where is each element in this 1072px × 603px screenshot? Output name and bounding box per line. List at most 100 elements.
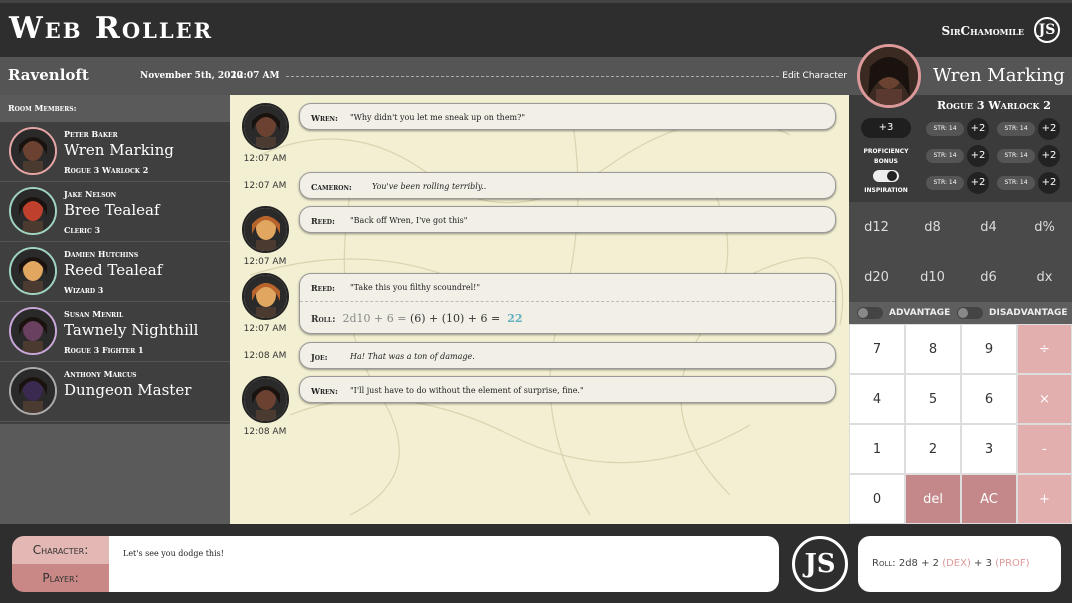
die-button-dpercent[interactable]: d% bbox=[1017, 202, 1072, 252]
member-character: Reed Tealeaf bbox=[64, 261, 163, 279]
stat-modifier: +2 bbox=[1038, 172, 1060, 194]
chat-message: Reed: "Take this you filthy scoundrel!" Ro… bbox=[299, 273, 836, 334]
portrait-icon bbox=[244, 275, 287, 318]
key-6[interactable]: 6 bbox=[961, 374, 1017, 424]
room-members-panel: Room Members: Peter Baker Wren Marking Rog… bbox=[0, 95, 230, 524]
member-player: Jake Nelson bbox=[64, 189, 117, 199]
die-button-dx[interactable]: dx bbox=[1017, 252, 1072, 302]
edit-character-link[interactable]: Edit Character bbox=[782, 71, 847, 81]
message-time: 12:07 AM bbox=[243, 181, 287, 191]
die-button-d4[interactable]: d4 bbox=[961, 202, 1016, 252]
portrait-icon bbox=[11, 129, 55, 173]
die-button-d8[interactable]: d8 bbox=[905, 202, 960, 252]
message-speaker: Joe: bbox=[311, 352, 328, 362]
character-mode-button[interactable]: Character: bbox=[12, 536, 109, 564]
roll-preview[interactable]: Roll: 2d8 + 2 (DEX) + 3 (PROF) bbox=[858, 536, 1061, 592]
key-7[interactable]: 7 bbox=[849, 324, 905, 374]
disadvantage-toggle[interactable] bbox=[957, 307, 983, 319]
portrait-icon bbox=[11, 309, 55, 353]
key-3[interactable]: 3 bbox=[961, 424, 1017, 474]
inspiration-toggle[interactable] bbox=[873, 170, 899, 182]
member-item[interactable]: Jake Nelson Bree Tealeaf Cleric 3 bbox=[0, 182, 230, 242]
ability-stat[interactable]: STR: 14 +2 bbox=[997, 118, 1060, 140]
member-player: Anthony Marcus bbox=[64, 369, 137, 379]
ability-stat[interactable]: STR: 14 +2 bbox=[997, 172, 1060, 194]
key-1[interactable]: 1 bbox=[849, 424, 905, 474]
member-character: Dungeon Master bbox=[64, 381, 192, 399]
message-time: 12:08 AM bbox=[243, 427, 287, 437]
room-date: November 5th, 2020 bbox=[140, 71, 243, 81]
room-time: 12:07 AM bbox=[231, 71, 280, 81]
message-avatar bbox=[242, 206, 289, 253]
stat-modifier: +2 bbox=[967, 145, 989, 167]
member-avatar bbox=[9, 307, 57, 355]
proficiency-bonus: +3 bbox=[861, 118, 911, 138]
message-time: 12:07 AM bbox=[243, 324, 287, 334]
player-mode-button[interactable]: Player: bbox=[12, 564, 109, 592]
key-multiply[interactable]: × bbox=[1017, 374, 1072, 424]
inspiration-label: INSPIRATION bbox=[864, 187, 908, 194]
key-delete[interactable]: del bbox=[905, 474, 961, 524]
character-header: Wren Marking bbox=[849, 44, 1072, 108]
portrait-icon bbox=[244, 378, 287, 421]
stat-label: STR: 14 bbox=[926, 176, 964, 190]
member-avatar bbox=[9, 187, 57, 235]
character-class: Rogue 3 Warlock 2 bbox=[937, 99, 1051, 112]
key-8[interactable]: 8 bbox=[905, 324, 961, 374]
room-members-label: Room Members: bbox=[8, 103, 77, 113]
message-input[interactable]: Let's see you dodge this! bbox=[109, 536, 779, 592]
ability-stat[interactable]: STR: 14 +2 bbox=[926, 145, 989, 167]
die-button-d20[interactable]: d20 bbox=[849, 252, 904, 302]
member-item[interactable]: Anthony Marcus Dungeon Master bbox=[0, 362, 230, 422]
message-speaker: Wren: bbox=[311, 386, 338, 396]
die-button-d6[interactable]: d6 bbox=[961, 252, 1016, 302]
member-player: Damien Hutchins bbox=[64, 249, 139, 259]
roll-label: Roll: bbox=[872, 558, 896, 569]
key-minus[interactable]: - bbox=[1017, 424, 1072, 474]
disadvantage-label: DISADVANTAGE bbox=[989, 308, 1068, 318]
chat-log[interactable]: 12:07 AM Wren: "Why didn't you let me snea… bbox=[230, 95, 849, 524]
message-bar: Character: Player: Let's see you dodge t… bbox=[0, 524, 1072, 603]
stat-label: STR: 14 bbox=[926, 149, 964, 163]
member-character: Tawnely Nighthill bbox=[64, 321, 199, 339]
app-logo-icon[interactable]: JS bbox=[1034, 17, 1060, 43]
calculator-keypad: 7 8 9 ÷ 4 5 6 × 1 2 3- 0 del AC + bbox=[849, 324, 1072, 524]
ability-stat[interactable]: STR: 14 +2 bbox=[926, 118, 989, 140]
key-divide[interactable]: ÷ bbox=[1017, 324, 1072, 374]
member-character: Wren Marking bbox=[64, 141, 174, 159]
character-name: Wren Marking bbox=[933, 65, 1065, 86]
character-avatar[interactable] bbox=[857, 44, 921, 108]
ability-stat[interactable]: STR: 14 +2 bbox=[926, 172, 989, 194]
room-bar: Ravenloft November 5th, 2020 12:07 AM Ed… bbox=[0, 57, 849, 95]
ability-stat[interactable]: STR: 14 +2 bbox=[997, 145, 1060, 167]
portrait-icon bbox=[244, 208, 287, 251]
portrait-icon bbox=[244, 105, 287, 148]
message-text: You've been rolling terribly.. bbox=[372, 182, 487, 191]
die-button-d10[interactable]: d10 bbox=[905, 252, 960, 302]
key-9[interactable]: 9 bbox=[961, 324, 1017, 374]
key-0[interactable]: 0 bbox=[849, 474, 905, 524]
roll-result: Roll: 2d10 + 6 = (6) + (10) + 6 = 22 bbox=[311, 312, 523, 325]
stat-modifier: +2 bbox=[1038, 145, 1060, 167]
member-item[interactable]: Damien Hutchins Reed Tealeaf Wizard 3 bbox=[0, 242, 230, 302]
key-4[interactable]: 4 bbox=[849, 374, 905, 424]
member-class: Wizard 3 bbox=[64, 285, 104, 295]
speaker-mode: Character: Player: bbox=[12, 536, 109, 592]
member-item[interactable]: Peter Baker Wren Marking Rogue 3 Warlock 2 bbox=[0, 122, 230, 182]
chat-message: Joe: Ha! That was a ton of damage. bbox=[299, 342, 836, 369]
message-text: "Back off Wren, I've got this" bbox=[350, 216, 468, 225]
advantage-toggle[interactable] bbox=[857, 307, 883, 319]
member-avatar bbox=[9, 127, 57, 175]
key-clear[interactable]: AC bbox=[961, 474, 1017, 524]
user-name[interactable]: SirChamomile bbox=[941, 24, 1024, 38]
die-button-d12[interactable]: d12 bbox=[849, 202, 904, 252]
member-class: Cleric 3 bbox=[64, 225, 101, 235]
key-2[interactable]: 2 bbox=[905, 424, 961, 474]
key-plus[interactable]: + bbox=[1017, 474, 1072, 524]
member-class: Rogue 3 Warlock 2 bbox=[64, 165, 149, 175]
dice-grid: d12 d8 d4 d% d20 d10 d6 dx bbox=[849, 202, 1072, 302]
send-logo-button[interactable]: JS bbox=[792, 536, 848, 592]
member-item[interactable]: Susan Menril Tawnely Nighthill Rogue 3 Fig… bbox=[0, 302, 230, 362]
key-5[interactable]: 5 bbox=[905, 374, 961, 424]
message-time: 12:07 AM bbox=[243, 154, 287, 164]
